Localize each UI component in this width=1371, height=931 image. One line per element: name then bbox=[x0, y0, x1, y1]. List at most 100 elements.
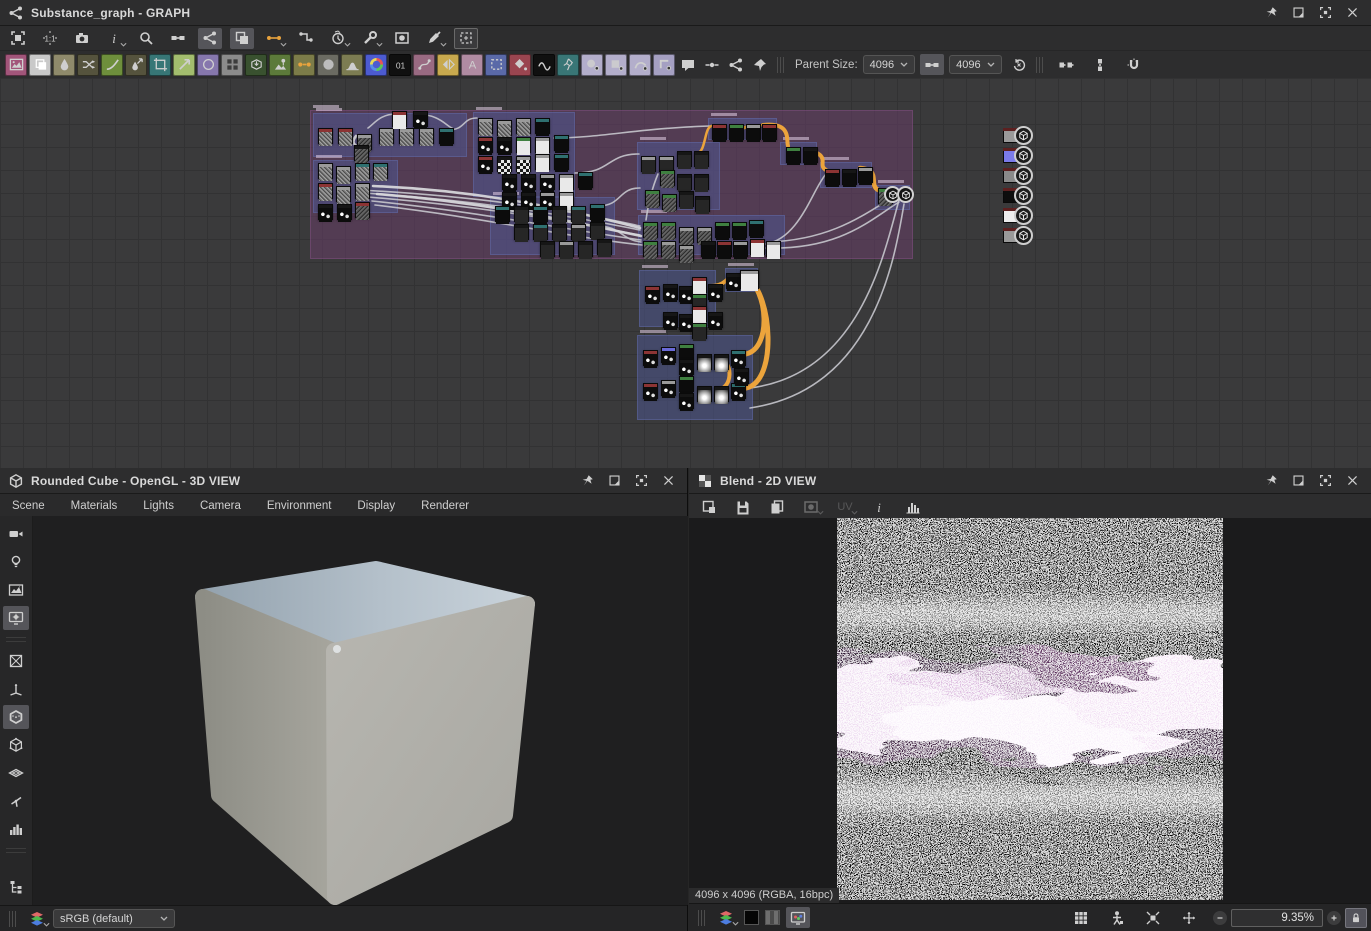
menu-materials[interactable]: Materials bbox=[71, 500, 118, 512]
channel-shuffle-node-button[interactable] bbox=[77, 54, 99, 76]
maximize-icon[interactable] bbox=[635, 474, 648, 487]
snap-grid-button[interactable] bbox=[454, 28, 478, 49]
graph-node[interactable] bbox=[497, 156, 512, 172]
square-dot-node-button[interactable] bbox=[605, 54, 627, 76]
graph-node[interactable] bbox=[336, 186, 351, 202]
graph-node[interactable] bbox=[478, 118, 493, 134]
graph-node[interactable] bbox=[392, 111, 407, 127]
compute-time-button[interactable] bbox=[326, 28, 350, 49]
connector-options-button[interactable] bbox=[1054, 54, 1078, 75]
value-01-node-button[interactable] bbox=[389, 54, 411, 76]
graph-node[interactable] bbox=[559, 174, 574, 190]
physical-scale-button[interactable] bbox=[1105, 907, 1129, 928]
graph-node[interactable] bbox=[354, 145, 369, 161]
save-image-button[interactable] bbox=[731, 496, 755, 517]
output-usage-node[interactable] bbox=[1003, 208, 1037, 225]
graph-node[interactable] bbox=[554, 135, 569, 151]
graph-node[interactable] bbox=[746, 124, 761, 140]
graph-node[interactable] bbox=[578, 172, 593, 188]
colorspace-layers-button[interactable] bbox=[25, 908, 49, 929]
zoom-in-button[interactable] bbox=[1327, 911, 1341, 925]
image-preview-button[interactable] bbox=[799, 496, 823, 517]
graph-node[interactable] bbox=[734, 368, 749, 384]
colorspace-layers-button[interactable] bbox=[714, 907, 738, 928]
parent-size-width-select[interactable]: 4096 bbox=[863, 55, 915, 74]
graph-node[interactable] bbox=[590, 222, 605, 238]
curve-node-button[interactable] bbox=[101, 54, 123, 76]
graph-node[interactable] bbox=[419, 128, 434, 144]
graph-node[interactable] bbox=[399, 128, 414, 144]
graph-node[interactable] bbox=[697, 354, 712, 370]
graph-node[interactable] bbox=[679, 344, 694, 360]
menu-scene[interactable]: Scene bbox=[12, 500, 45, 512]
menu-renderer[interactable]: Renderer bbox=[421, 500, 469, 512]
fit-view-button[interactable] bbox=[6, 28, 30, 49]
scene-tree-button[interactable] bbox=[3, 875, 29, 899]
graph-node[interactable] bbox=[661, 222, 676, 238]
graph-node[interactable] bbox=[355, 202, 370, 218]
graph-node[interactable] bbox=[355, 163, 370, 179]
corner-dot-node-button[interactable] bbox=[653, 54, 675, 76]
graph-node[interactable] bbox=[679, 359, 694, 375]
graph-node[interactable] bbox=[692, 323, 707, 339]
image-info-button[interactable] bbox=[867, 496, 891, 517]
graph-node[interactable] bbox=[663, 312, 678, 328]
node-info-button[interactable] bbox=[102, 28, 126, 49]
graph-node[interactable] bbox=[641, 156, 656, 172]
output-usage-node[interactable] bbox=[1003, 188, 1037, 205]
graph-node[interactable] bbox=[663, 284, 678, 300]
graph-node[interactable] bbox=[516, 118, 531, 134]
graph-node[interactable] bbox=[731, 350, 746, 366]
bitmap-node-button[interactable] bbox=[5, 54, 27, 76]
graph-node[interactable] bbox=[643, 383, 658, 399]
toolbar-grip[interactable] bbox=[777, 57, 784, 73]
chain-node-button[interactable] bbox=[293, 54, 315, 76]
graph-node[interactable] bbox=[495, 206, 510, 222]
pin-icon[interactable] bbox=[1265, 6, 1278, 19]
graph-node[interactable] bbox=[521, 174, 536, 190]
graph-view-button[interactable] bbox=[198, 28, 222, 49]
graph-node[interactable] bbox=[643, 222, 658, 238]
new-view-button[interactable] bbox=[697, 496, 721, 517]
graph-node[interactable] bbox=[740, 270, 759, 289]
graph-node[interactable] bbox=[692, 277, 707, 293]
sphere-node-button[interactable] bbox=[317, 54, 339, 76]
output-usage-node[interactable] bbox=[1003, 128, 1037, 145]
connection-straight-button[interactable] bbox=[262, 28, 286, 49]
geometry-rounded-cube-button[interactable] bbox=[3, 705, 29, 729]
close-icon[interactable] bbox=[1346, 474, 1359, 487]
view3d-viewport[interactable] bbox=[0, 516, 688, 905]
graph-node[interactable] bbox=[336, 166, 351, 182]
lights-button[interactable] bbox=[3, 550, 29, 574]
colorspace-select[interactable]: sRGB (default) bbox=[53, 909, 175, 928]
geometry-plane-button[interactable] bbox=[3, 649, 29, 673]
snap-magnet-button[interactable] bbox=[1122, 54, 1146, 75]
screenshot-button[interactable] bbox=[70, 28, 94, 49]
gradient-dot-node-button[interactable] bbox=[581, 54, 603, 76]
graph-node[interactable] bbox=[559, 241, 574, 257]
wave-01-node-button[interactable] bbox=[533, 54, 555, 76]
graph-canvas[interactable] bbox=[0, 78, 1371, 468]
copy-image-button[interactable] bbox=[765, 496, 789, 517]
graph-node[interactable] bbox=[679, 393, 694, 409]
directional-warp-node-button[interactable] bbox=[173, 54, 195, 76]
graph-node[interactable] bbox=[786, 147, 801, 163]
graph-node[interactable] bbox=[749, 220, 764, 236]
zoom-out-button[interactable] bbox=[1213, 911, 1227, 925]
zoom-lock-button[interactable] bbox=[1345, 908, 1367, 928]
geometry-stats-button[interactable] bbox=[3, 817, 29, 841]
curve-dot-node-button[interactable] bbox=[629, 54, 651, 76]
graph-node[interactable] bbox=[413, 111, 428, 127]
height-node-button[interactable] bbox=[245, 54, 267, 76]
graph-node[interactable] bbox=[373, 163, 388, 179]
graph-node[interactable] bbox=[540, 174, 555, 190]
actual-size-button[interactable] bbox=[1177, 907, 1201, 928]
bar-grip[interactable] bbox=[9, 911, 16, 927]
graph-node[interactable] bbox=[318, 204, 333, 220]
tile-view-button[interactable] bbox=[1069, 907, 1093, 928]
graph-node[interactable] bbox=[535, 137, 550, 153]
graph-node[interactable] bbox=[645, 286, 660, 302]
pin-icon[interactable] bbox=[581, 474, 594, 487]
graph-node[interactable] bbox=[717, 241, 732, 257]
graph-node[interactable] bbox=[533, 206, 548, 222]
